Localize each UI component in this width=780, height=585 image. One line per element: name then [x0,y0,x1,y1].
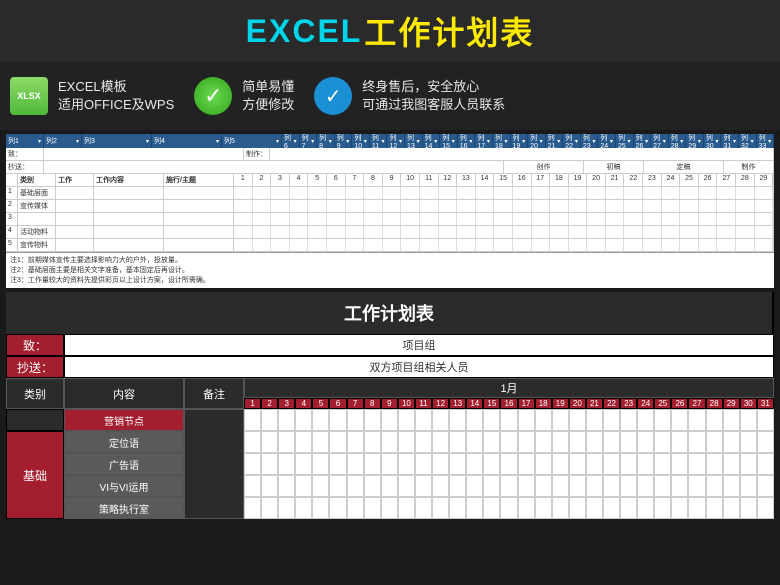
sheet2-cc-row: 抄送： 双方项目组相关人员 [6,356,774,378]
sheet1-preview: 列1列2列3列4列5列6列7列8列9列10列11列12列13列14列15列16列… [6,134,774,288]
sheet1-data-row: 1基础层面 [6,187,774,200]
xlsx-icon: XLSX [10,77,48,115]
sheet1-data-row: 5宣传物料 [6,239,774,252]
feature-easy-l2: 方便修改 [242,96,294,114]
sheet2-item: 定位语 [64,431,184,453]
sheet2-header-row: 类别 内容 备注 1月 1234567891011121314151617181… [6,378,774,409]
sheet1-col-header: 列1列2列3列4列5列6列7列8列9列10列11列12列13列14列15列16列… [6,134,774,148]
feature-support-l1: 终身售后，安全放心 [362,78,505,96]
feature-easy: ✓ 简单易懂 方便修改 [194,77,294,115]
sheet2-title: 工作计划表 [6,292,774,334]
feature-support: ✓ 终身售后，安全放心 可通过我图客服人员联系 [314,77,505,115]
feature-template: XLSX EXCEL模板 适用OFFICE及WPS [10,77,174,115]
feature-support-l2: 可通过我图客服人员联系 [362,96,505,114]
sheet2-body: 基础 营销节点定位语广告语VI与VI运用策略执行室 [6,409,774,519]
feature-easy-l1: 简单易懂 [242,78,294,96]
sheet1-data-row: 3 [6,213,774,226]
sheet2-to-row: 致： 项目组 [6,334,774,356]
sheet1-cc-row: 抄送： 创作 初稿 定稿 制作 [6,161,774,174]
banner-excel: EXCEL [246,13,363,50]
shield-icon: ✓ [314,77,352,115]
sheet1-data-row: 2宣传媒体 [6,200,774,213]
sheet2-item: VI与VI运用 [64,475,184,497]
feature-template-l1: EXCEL模板 [58,78,174,96]
banner-header: EXCEL 工作计划表 [0,0,780,62]
sheet2-item: 策略执行室 [64,497,184,519]
banner-title: 工作计划表 [364,8,534,54]
feature-template-l2: 适用OFFICE及WPS [58,96,174,114]
sheet1-data-row: 4活动物料 [6,226,774,239]
check-icon: ✓ [194,77,232,115]
features-row: XLSX EXCEL模板 适用OFFICE及WPS ✓ 简单易懂 方便修改 ✓ … [0,62,780,130]
sheet1-notes: 注1：前期媒体宣传主要选择影响力大的户外，投放量。 注2：基础层面主要是相关文字… [6,252,774,288]
sheet2-item: 广告语 [64,453,184,475]
sheet2-preview: 工作计划表 致： 项目组 抄送： 双方项目组相关人员 类别 内容 备注 1月 1… [6,292,774,519]
sheet1-to-row: 致： 制作： [6,148,774,161]
sheet1-header-row: 类别 工作 工作内容 施行/主题 12345678910111213141516… [6,174,774,187]
sheet2-item: 营销节点 [64,409,184,431]
